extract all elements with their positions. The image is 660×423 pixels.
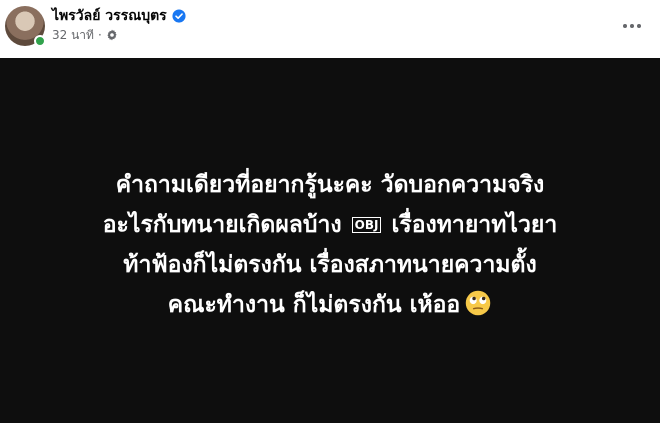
more-dot [623, 24, 627, 28]
author-row: ไพรวัลย์ วรรณบุตร [52, 8, 186, 24]
post-line-4-text: คณะทำงาน ก็ไม่ตรงกัน เห้ออ [167, 291, 461, 318]
post-line-3: ท้าฟ้องก็ไม่ตรงกัน เรื่องสภาทนายความตั้ง [123, 251, 537, 278]
author-name[interactable]: ไพรวัลย์ วรรณบุตร [52, 8, 167, 24]
post-meta: 32 นาที · [52, 28, 118, 42]
post-line-2-end: เรื่องทายาทไวยา [391, 211, 558, 238]
post-timestamp[interactable]: 32 นาที [52, 28, 94, 42]
post-content-background: คำถามเดียวที่อยากรู้นะคะ วัดบอกความจริง … [0, 58, 660, 423]
more-options-button[interactable] [618, 12, 646, 40]
online-status-dot [34, 35, 46, 47]
post-text: คำถามเดียวที่อยากรู้นะคะ วัดบอกความจริง … [10, 165, 650, 325]
gear-icon[interactable] [106, 29, 118, 41]
more-dot [637, 24, 641, 28]
post-line-4: คณะทำงาน ก็ไม่ตรงกัน เห้ออ [10, 285, 650, 325]
meta-separator: · [97, 28, 102, 42]
more-dot [630, 24, 634, 28]
post-header: ไพรวัลย์ วรรณบุตร 32 นาที · [0, 0, 660, 58]
post-line-1: คำถามเดียวที่อยากรู้นะคะ วัดบอกความจริง [115, 171, 545, 198]
verified-badge-icon [172, 9, 186, 23]
post-line-2-start: อะไรกับทนายเกิดผลบ้าง [102, 211, 342, 238]
obj-replacement-glyph: OBJ [351, 216, 382, 233]
face-with-rolling-eyes-icon [466, 290, 491, 315]
avatar-container[interactable] [5, 6, 46, 47]
post-line-2: อะไรกับทนายเกิดผลบ้าง OBJ เรื่องทายาทไวย… [10, 205, 650, 245]
